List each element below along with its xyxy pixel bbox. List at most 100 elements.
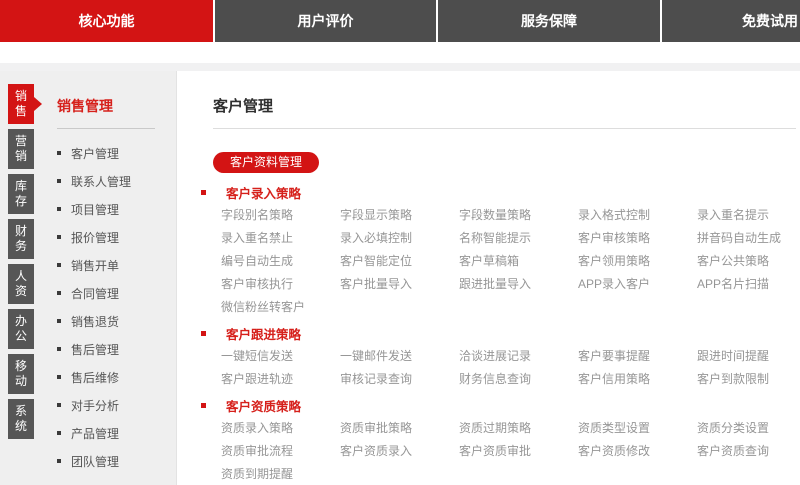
top-spacer	[0, 42, 800, 63]
sidebar: 销售营销库存财务人资办公移动系统 销售管理 客户管理联系人管理项目管理报价管理销…	[0, 71, 177, 485]
feature-item: 客户批量导入	[340, 273, 459, 296]
category-tab-7[interactable]: 移动	[8, 354, 34, 394]
feature-item: 资质过期策略	[459, 417, 578, 440]
feature-item: 客户资质查询	[697, 440, 800, 463]
feature-item: 客户资质审批	[459, 440, 578, 463]
main-content: 客户管理 客户资料管理 客户录入策略字段别名策略字段显示策略字段数量策略录入格式…	[177, 71, 800, 485]
section-header-2: 客户跟进策略	[201, 322, 796, 345]
feature-item: 资质审批流程	[221, 440, 340, 463]
menu-item-bullet	[57, 207, 61, 211]
feature-item: 客户资质修改	[578, 440, 697, 463]
category-tab-5[interactable]: 人资	[8, 264, 34, 304]
content-top-band	[0, 63, 800, 71]
feature-section-2: 客户跟进策略一键短信发送一键邮件发送洽谈进展记录客户要事提醒跟进时间提醒客户跟进…	[213, 322, 796, 391]
feature-item: 名称智能提示	[459, 227, 578, 250]
menu-item-bullet	[57, 375, 61, 379]
section-title: 客户跟进策略	[226, 324, 301, 343]
menu-item-label: 客户管理	[71, 145, 119, 162]
sidebar-menu-item-3[interactable]: 项目管理	[57, 195, 176, 223]
feature-item: 客户公共策略	[697, 250, 800, 273]
feature-item: 跟进批量导入	[459, 273, 578, 296]
menu-item-bullet	[57, 291, 61, 295]
sidebar-menu-item-11[interactable]: 产品管理	[57, 419, 176, 447]
menu-item-label: 对手分析	[71, 397, 119, 414]
category-tab-8[interactable]: 系统	[8, 399, 34, 439]
topnav-tab-3[interactable]: 服务保障	[438, 0, 660, 42]
sidebar-menu-item-6[interactable]: 合同管理	[57, 279, 176, 307]
menu-item-label: 联系人管理	[71, 173, 131, 190]
menu-item-bullet	[57, 263, 61, 267]
menu-item-bullet	[57, 431, 61, 435]
category-tab-2[interactable]: 营销	[8, 129, 34, 169]
menu-item-bullet	[57, 319, 61, 323]
sidebar-menu-item-7[interactable]: 销售退货	[57, 307, 176, 335]
menu-item-label: 项目管理	[71, 201, 119, 218]
topnav-tab-4[interactable]: 免费试用	[662, 0, 800, 42]
feature-item: 录入格式控制	[578, 204, 697, 227]
section-bullet-icon	[201, 190, 206, 195]
feature-item: 客户审核执行	[221, 273, 340, 296]
feature-item: 财务信息查询	[459, 368, 578, 391]
feature-item: 字段别名策略	[221, 204, 340, 227]
menu-item-label: 合同管理	[71, 285, 119, 302]
feature-item: 客户资质录入	[340, 440, 459, 463]
category-tab-6[interactable]: 办公	[8, 309, 34, 349]
sidebar-menu-item-10[interactable]: 对手分析	[57, 391, 176, 419]
feature-item: 跟进时间提醒	[697, 345, 800, 368]
menu-item-label: 产品管理	[71, 425, 119, 442]
feature-item: 客户跟进轨迹	[221, 368, 340, 391]
sidebar-menu-item-12[interactable]: 团队管理	[57, 447, 176, 475]
feature-section-1: 客户录入策略字段别名策略字段显示策略字段数量策略录入格式控制录入重名提示录入重名…	[213, 181, 796, 319]
feature-item: 字段数量策略	[459, 204, 578, 227]
section-title: 客户录入策略	[226, 183, 301, 202]
feature-item: 资质审批策略	[340, 417, 459, 440]
feature-item: 审核记录查询	[340, 368, 459, 391]
topnav-tab-2[interactable]: 用户评价	[215, 0, 436, 42]
sidebar-menu-item-5[interactable]: 销售开单	[57, 251, 176, 279]
feature-item: 一键邮件发送	[340, 345, 459, 368]
menu-item-label: 售后管理	[71, 341, 119, 358]
content-row: 销售营销库存财务人资办公移动系统 销售管理 客户管理联系人管理项目管理报价管理销…	[0, 71, 800, 485]
feature-item: 字段显示策略	[340, 204, 459, 227]
feature-item: 客户要事提醒	[578, 345, 697, 368]
menu-item-bullet	[57, 459, 61, 463]
title-divider	[213, 128, 796, 129]
menu-item-bullet	[57, 179, 61, 183]
feature-item: APP名片扫描	[697, 273, 800, 296]
feature-item: APP录入客户	[578, 273, 697, 296]
sidebar-menu-item-9[interactable]: 售后维修	[57, 363, 176, 391]
menu-item-bullet	[57, 347, 61, 351]
topnav-tab-1[interactable]: 核心功能	[0, 0, 213, 42]
sidebar-menu-item-2[interactable]: 联系人管理	[57, 167, 176, 195]
sidebar-menu-item-8[interactable]: 售后管理	[57, 335, 176, 363]
category-tabs: 销售营销库存财务人资办公移动系统	[8, 84, 34, 444]
menu-item-label: 销售开单	[71, 257, 119, 274]
category-tab-3[interactable]: 库存	[8, 174, 34, 214]
menu-item-bullet	[57, 235, 61, 239]
sidebar-menu-item-1[interactable]: 客户管理	[57, 139, 176, 167]
sidebar-divider	[57, 128, 155, 129]
feature-item: 微信粉丝转客户	[221, 296, 340, 319]
section-bullet-icon	[201, 331, 206, 336]
feature-item: 洽谈进展记录	[459, 345, 578, 368]
menu-item-label: 售后维修	[71, 369, 119, 386]
feature-item: 资质类型设置	[578, 417, 697, 440]
feature-item: 客户到款限制	[697, 368, 800, 391]
feature-grid-1: 字段别名策略字段显示策略字段数量策略录入格式控制录入重名提示录入重名禁止录入必填…	[221, 204, 796, 319]
feature-item: 录入重名提示	[697, 204, 800, 227]
category-tab-1[interactable]: 销售	[8, 84, 34, 124]
feature-item: 客户领用策略	[578, 250, 697, 273]
feature-item: 拼音码自动生成	[697, 227, 800, 250]
menu-item-bullet	[57, 151, 61, 155]
feature-item: 客户草稿箱	[459, 250, 578, 273]
sales-menu: 销售管理 客户管理联系人管理项目管理报价管理销售开单合同管理销售退货售后管理售后…	[57, 71, 176, 475]
sidebar-title: 销售管理	[57, 96, 176, 116]
menu-item-bullet	[57, 403, 61, 407]
page-title: 客户管理	[213, 95, 796, 116]
feature-item: 录入必填控制	[340, 227, 459, 250]
feature-grid-3: 资质录入策略资质审批策略资质过期策略资质类型设置资质分类设置资质审批流程客户资质…	[221, 417, 796, 485]
category-tab-4[interactable]: 财务	[8, 219, 34, 259]
sidebar-menu-item-4[interactable]: 报价管理	[57, 223, 176, 251]
section-title: 客户资质策略	[226, 396, 301, 415]
customer-data-management-button[interactable]: 客户资料管理	[213, 152, 319, 173]
